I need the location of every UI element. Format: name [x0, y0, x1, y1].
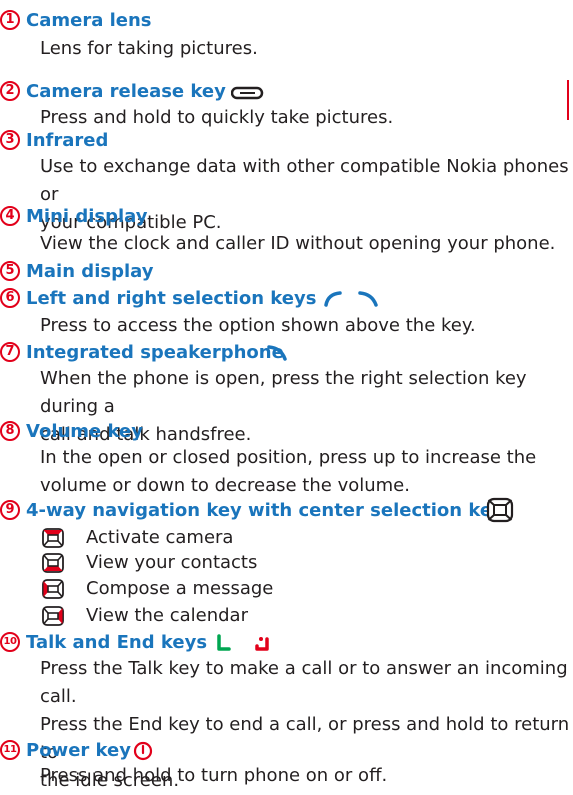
body-line: Lens for taking pictures. [40, 38, 258, 59]
item-number: 10 [0, 632, 20, 652]
nav-down-icon [42, 553, 64, 573]
list-item: View your contacts [42, 551, 442, 575]
camera-release-icon [231, 86, 264, 100]
talk-end-keys-icon [217, 634, 269, 651]
item-number: 3 [0, 130, 20, 150]
item-number: 2 [0, 81, 20, 101]
item-title: Infrared [26, 130, 109, 151]
list-item: Compose a message [42, 577, 442, 601]
item-title: Camera release key [26, 81, 226, 102]
list-item: View the calendar [42, 604, 442, 628]
body-line: Press to access the option shown above t… [40, 315, 476, 336]
item-number: 5 [0, 261, 20, 281]
item-title: Left and right selection keys [26, 288, 317, 309]
item-body: Press and hold to turn phone on or off. [40, 762, 570, 790]
feature-list: 1 Camera lens Lens for taking pictures. … [0, 0, 573, 791]
navigation-key-icon [486, 497, 514, 523]
item-body: View the clock and caller ID without ope… [40, 230, 570, 258]
body-line: Press the Talk key to make a call or to … [40, 658, 568, 707]
item-number: 1 [0, 10, 20, 30]
body-line: Press and hold to quickly take pictures. [40, 107, 394, 128]
item-title: Volume key [26, 421, 143, 442]
item-body: Press to access the option shown above t… [40, 312, 570, 340]
item-title: Integrated speakerphone [26, 342, 284, 363]
power-icon [133, 741, 153, 761]
body-line: In the open or closed position, press up… [40, 447, 537, 468]
nav-up-icon [42, 528, 64, 548]
item-title: Talk and End keys [26, 632, 208, 653]
item-title: 4-way navigation key with center selecti… [26, 500, 504, 521]
item-number: 8 [0, 421, 20, 441]
item-number: 6 [0, 288, 20, 308]
list-item-label: View your contacts [86, 552, 258, 573]
item-number: 11 [0, 740, 20, 760]
selection-keys-icon [324, 291, 378, 307]
item-body: In the open or closed position, press up… [40, 444, 570, 500]
nav-left-icon [42, 579, 64, 599]
nav-right-icon [42, 606, 64, 626]
item-body: Lens for taking pictures. [40, 35, 570, 63]
body-line: volume or down to decrease the volume. [40, 475, 410, 496]
list-item: Activate camera [42, 526, 442, 550]
item-title: Camera lens [26, 10, 152, 31]
body-line: Use to exchange data with other compatib… [40, 156, 569, 205]
item-number: 7 [0, 342, 20, 362]
body-line: Press and hold to turn phone on or off. [40, 765, 388, 786]
page-edge-mark [567, 80, 569, 120]
list-item-label: View the calendar [86, 605, 248, 626]
body-line: View the clock and caller ID without ope… [40, 233, 556, 254]
item-title: Main display [26, 261, 154, 282]
item-number: 9 [0, 500, 20, 520]
right-selection-key-icon [267, 345, 287, 361]
item-number: 4 [0, 206, 20, 226]
item-title: Mini display [26, 206, 148, 227]
item-title: Power key [26, 740, 131, 761]
list-item-label: Activate camera [86, 527, 234, 548]
body-line: When the phone is open, press the right … [40, 368, 527, 417]
item-body: Press and hold to quickly take pictures. [40, 104, 570, 132]
list-item-label: Compose a message [86, 578, 274, 599]
